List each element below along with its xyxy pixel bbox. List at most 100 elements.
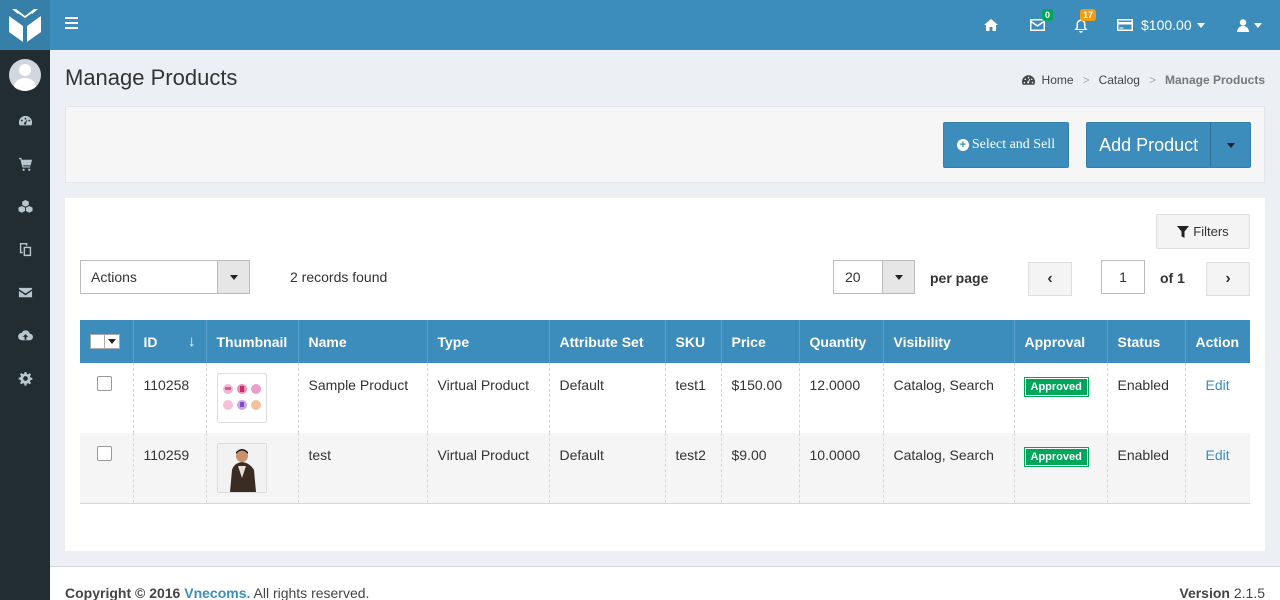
select-all-header	[80, 320, 134, 363]
add-product-split-button: Add Product	[1086, 122, 1251, 168]
table-row: 110259 test Virtual Product Default test…	[80, 433, 1250, 504]
version-label: Version	[1179, 585, 1230, 600]
logo-icon	[9, 9, 41, 42]
products-table: ID ↓ Thumbnail Name Type Attribute Set SK…	[80, 320, 1250, 504]
cloud-upload-icon[interactable]	[0, 314, 50, 357]
per-page-value: 20	[845, 269, 861, 285]
user-avatar[interactable]	[9, 59, 41, 91]
cell-visibility: Catalog, Search	[883, 363, 1015, 433]
version: Version 2.1.5	[1179, 585, 1265, 600]
page-actions-box: + Select and Sell Add Product	[65, 106, 1265, 183]
column-header-type[interactable]: Type	[427, 320, 550, 363]
gear-icon[interactable]	[0, 357, 50, 400]
dashboard-icon[interactable]	[0, 99, 50, 142]
page-total: of 1	[1160, 270, 1185, 286]
column-header-approval[interactable]: Approval	[1014, 320, 1108, 363]
next-page-button[interactable]: ›	[1206, 262, 1250, 296]
page-number-input[interactable]: 1	[1101, 260, 1145, 294]
chevron-down-icon	[108, 339, 116, 344]
menu-toggle-icon[interactable]	[65, 17, 78, 31]
cell-status: Enabled	[1107, 433, 1186, 504]
breadcrumb-home[interactable]: Home	[1042, 73, 1074, 87]
edit-link[interactable]: Edit	[1206, 377, 1230, 393]
chevron-left-icon: ‹	[1047, 270, 1053, 287]
envelope-outline-icon	[1030, 19, 1045, 31]
copy-icon[interactable]	[0, 228, 50, 271]
cell-type: Virtual Product	[427, 433, 550, 504]
breadcrumb-separator: >	[1148, 73, 1156, 87]
cell-quantity: 12.0000	[799, 363, 884, 433]
mass-actions-select[interactable]: Actions	[80, 260, 250, 294]
column-header-name[interactable]: Name	[298, 320, 428, 363]
select-and-sell-button[interactable]: + Select and Sell	[943, 122, 1069, 168]
chevron-down-icon	[1226, 142, 1235, 148]
version-value: 2.1.5	[1233, 585, 1265, 600]
notifications-badge: 17	[1080, 9, 1097, 21]
cell-id: 110259	[133, 433, 207, 504]
product-grid-box: Filters Actions 2 records found 20 per p…	[65, 198, 1265, 551]
cell-sku: test1	[665, 363, 722, 433]
logo[interactable]	[0, 0, 50, 50]
breadcrumb-catalog[interactable]: Catalog	[1099, 73, 1140, 87]
edit-link[interactable]: Edit	[1206, 447, 1230, 463]
envelope-icon[interactable]	[0, 271, 50, 314]
column-header-thumbnail: Thumbnail	[206, 320, 299, 363]
filters-label: Filters	[1193, 224, 1229, 239]
brand-link[interactable]: Vnecoms.	[184, 585, 250, 600]
add-product-button[interactable]: Add Product	[1087, 123, 1210, 167]
column-header-status[interactable]: Status	[1107, 320, 1186, 363]
column-header-sku[interactable]: SKU	[665, 320, 722, 363]
balance-amount: $100.00	[1141, 17, 1192, 33]
credit-card-icon	[1117, 19, 1133, 31]
user-menu[interactable]	[1237, 0, 1262, 50]
footer: Copyright © 2016 Vnecoms. All rights res…	[50, 566, 1280, 600]
notifications-button[interactable]: 17	[1074, 0, 1097, 50]
breadcrumb: Home > Catalog > Manage Products	[1021, 73, 1265, 87]
breadcrumb-separator: >	[1082, 73, 1090, 87]
select-and-sell-label: Select and Sell	[971, 137, 1056, 152]
cell-status: Enabled	[1107, 363, 1186, 433]
page-title: Manage Products	[65, 65, 238, 90]
add-product-dropdown-toggle[interactable]	[1210, 123, 1250, 167]
product-thumbnail	[216, 373, 267, 423]
sort-arrow-icon: ↓	[188, 333, 196, 350]
column-header-visibility[interactable]: Visibility	[883, 320, 1015, 363]
breadcrumb-current: Manage Products	[1164, 73, 1265, 87]
chevron-down-icon	[894, 274, 903, 280]
copyright: Copyright © 2016 Vnecoms. All rights res…	[65, 585, 369, 600]
cell-name: test	[298, 433, 428, 504]
cart-icon[interactable]	[0, 142, 50, 185]
column-header-attribute-set[interactable]: Attribute Set	[549, 320, 666, 363]
balance-dropdown[interactable]: $100.00	[1117, 0, 1205, 50]
cell-attribute-set: Default	[549, 363, 666, 433]
cell-id: 110258	[133, 363, 207, 433]
column-header-quantity[interactable]: Quantity	[799, 320, 884, 363]
chevron-down-icon	[1254, 22, 1262, 28]
messages-button[interactable]: 0	[1030, 0, 1054, 50]
records-count: 2 records found	[290, 269, 388, 285]
sidebar	[0, 0, 50, 600]
home-icon	[984, 19, 998, 31]
mass-actions-value: Actions	[91, 269, 137, 285]
per-page-select[interactable]: 20	[833, 260, 915, 294]
cell-price: $9.00	[721, 433, 800, 504]
select-all-dropdown[interactable]	[90, 334, 120, 349]
home-button[interactable]	[984, 0, 998, 50]
column-header-price[interactable]: Price	[721, 320, 800, 363]
copyright-rights: All rights reserved.	[253, 585, 370, 600]
row-checkbox[interactable]	[97, 446, 112, 461]
table-row: 110258 Sample Product Virtual Product De…	[80, 363, 1250, 433]
plus-circle-icon: +	[956, 139, 969, 151]
cell-type: Virtual Product	[427, 363, 550, 433]
cubes-icon[interactable]	[0, 185, 50, 228]
per-page-label: per page	[930, 270, 989, 286]
previous-page-button[interactable]: ‹	[1028, 262, 1072, 296]
filters-button[interactable]: Filters	[1156, 214, 1250, 249]
messages-badge: 0	[1042, 9, 1054, 21]
cell-visibility: Catalog, Search	[883, 433, 1015, 504]
column-header-id[interactable]: ID ↓	[133, 320, 207, 363]
cell-price: $150.00	[721, 363, 800, 433]
cell-sku: test2	[665, 433, 722, 504]
row-checkbox[interactable]	[97, 376, 112, 391]
user-icon	[1237, 18, 1249, 32]
